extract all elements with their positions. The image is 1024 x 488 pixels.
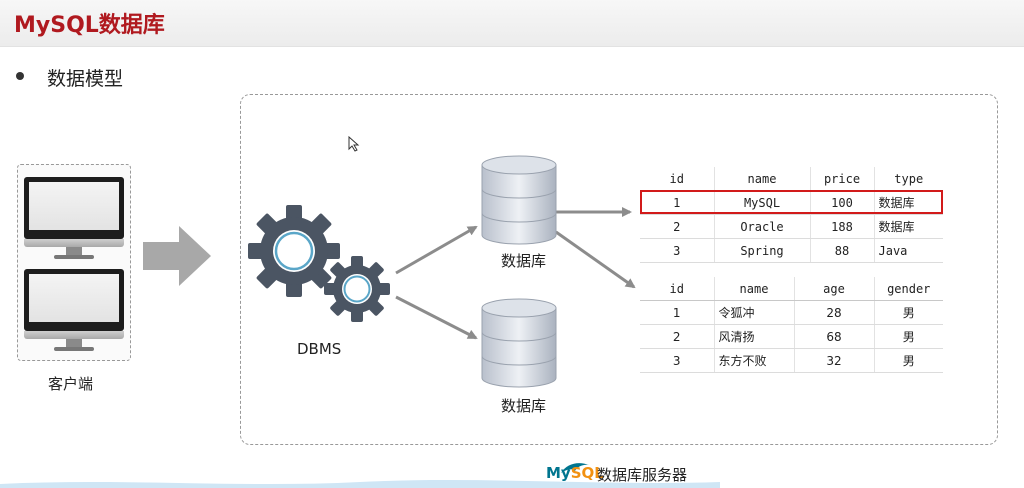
column-header: name [713, 167, 810, 191]
column-header: id [640, 167, 714, 191]
column-header: gender [873, 277, 943, 301]
table-cell: 188 [809, 214, 874, 239]
table-cell: 28 [793, 300, 874, 325]
table-cell: 令狐冲 [713, 300, 794, 325]
column-header: type [873, 167, 943, 191]
table-row: 3 Spring 88 Java [640, 238, 943, 263]
table-cell: 32 [793, 348, 874, 373]
highlighted-row-outline [640, 190, 943, 214]
decorative-wave [0, 480, 720, 488]
database-icon [481, 298, 557, 388]
table-row: 1 令狐冲 28 男 [640, 300, 943, 325]
table-row: 2 风清扬 68 男 [640, 324, 943, 349]
column-header: price [809, 167, 874, 191]
table-cell: 数据库 [873, 214, 943, 239]
table-row: 2 Oracle 188 数据库 [640, 214, 943, 239]
table-cell: 男 [873, 348, 943, 373]
table-header-row: id name price type [640, 167, 943, 191]
column-header: age [793, 277, 874, 301]
table-cell: 风清扬 [713, 324, 794, 349]
table-cell: Java [873, 238, 943, 263]
database-label: 数据库 [501, 397, 547, 415]
table-header-row: id name age gender [640, 277, 943, 301]
database-label: 数据库 [501, 252, 547, 270]
table-cell: 1 [640, 300, 714, 325]
table-cell: 3 [640, 238, 714, 263]
table-cell: 男 [873, 300, 943, 325]
database-icon [481, 155, 557, 245]
table-row: 3 东方不败 32 男 [640, 348, 943, 373]
table-cell: Oracle [713, 214, 810, 239]
products-table: id name price type 1 MySQL 100 数据库 2 Ora… [640, 167, 943, 263]
table-cell: 2 [640, 214, 714, 239]
column-header: id [640, 277, 714, 301]
table-cell: 男 [873, 324, 943, 349]
table-cell: 东方不败 [713, 348, 794, 373]
table-cell: 88 [809, 238, 874, 263]
table-cell: 2 [640, 324, 714, 349]
users-table: id name age gender 1 令狐冲 28 男 2 风清扬 68 男… [640, 277, 943, 373]
table-cell: Spring [713, 238, 810, 263]
table-cell: 68 [793, 324, 874, 349]
column-header: name [713, 277, 794, 301]
table-cell: 3 [640, 348, 714, 373]
